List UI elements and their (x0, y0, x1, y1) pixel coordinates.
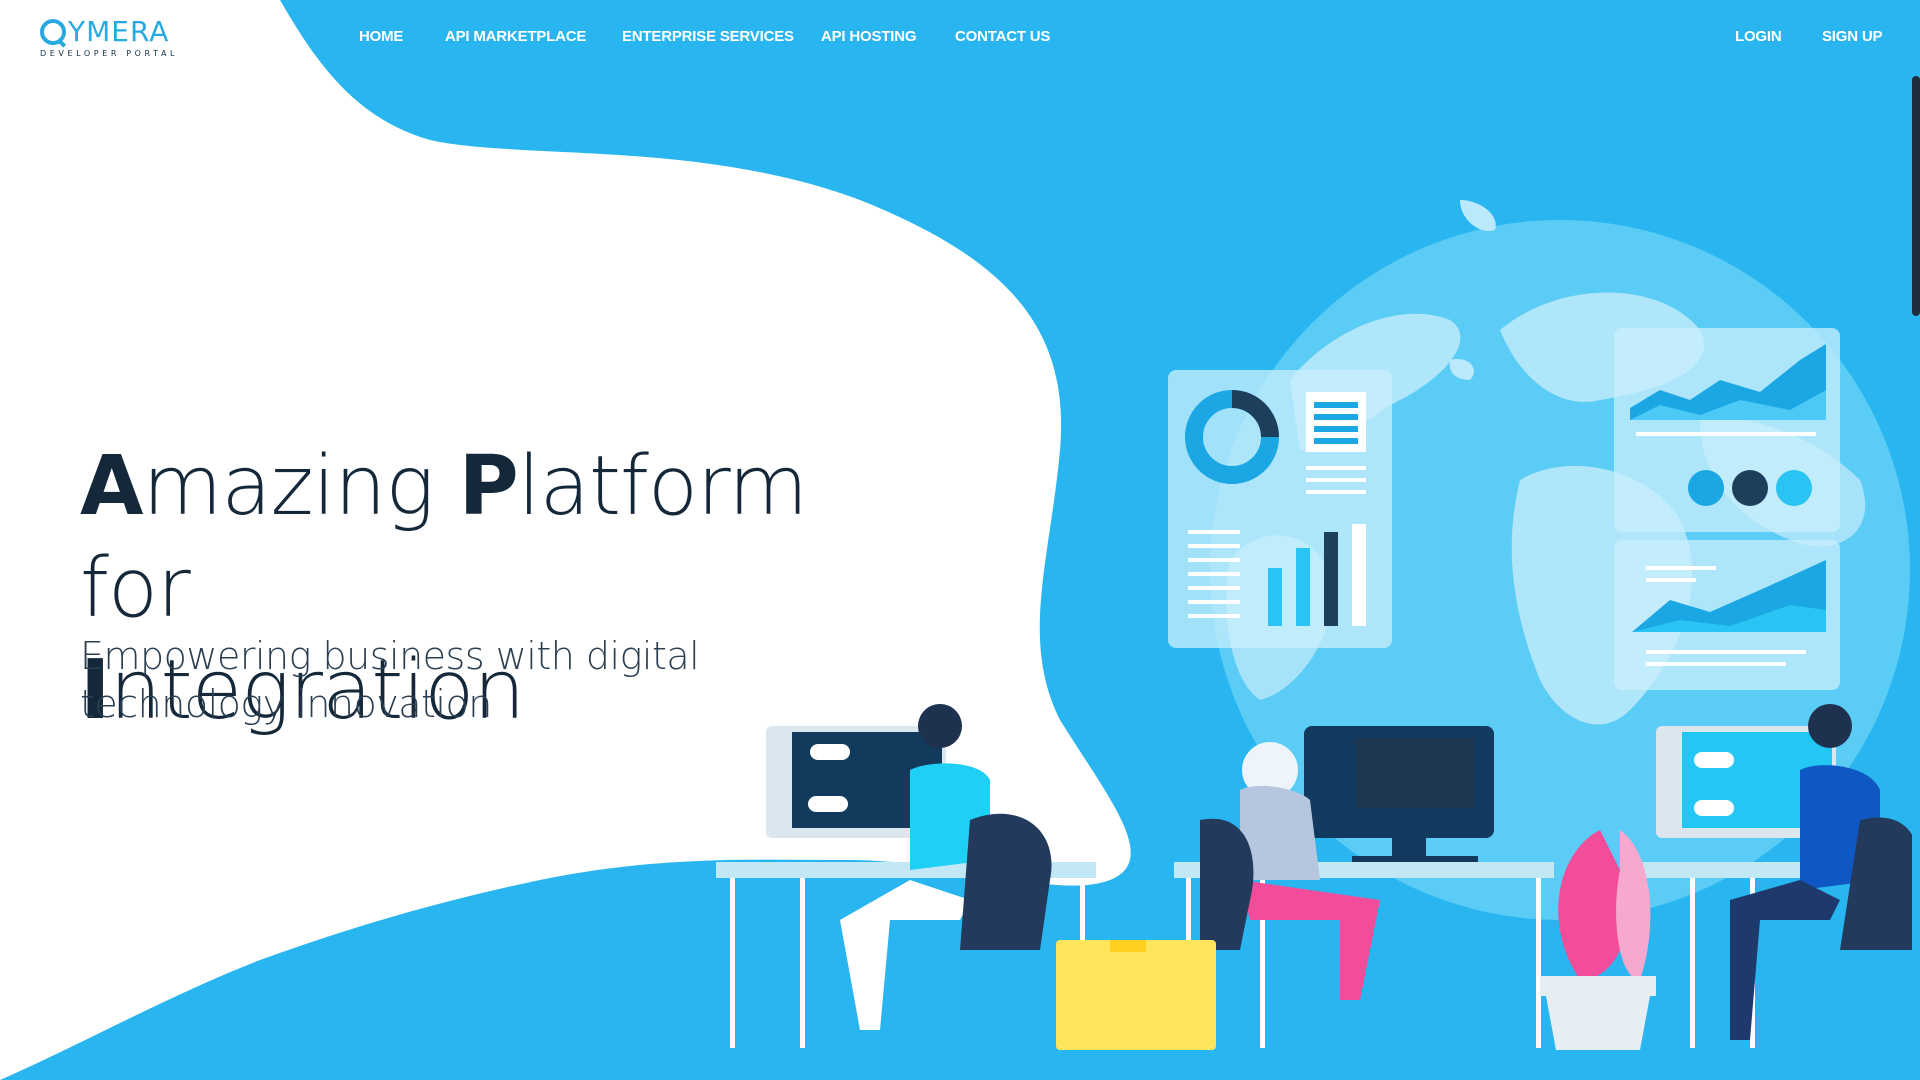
dashboard-panel-left (1168, 370, 1392, 648)
page-scrollbar[interactable] (1912, 0, 1920, 1080)
hero-subtitle: Empowering business with digital technol… (80, 634, 700, 726)
signup-link[interactable]: SIGN UP (1822, 28, 1882, 45)
folder-illustration (1056, 940, 1216, 1050)
nav-enterprise-services[interactable]: ENTERPRISE SERVICES (622, 28, 794, 45)
hero-title-cap-a: A (80, 439, 143, 534)
dashboard-panel-right-top (1614, 328, 1840, 532)
top-navigation: HOME API MARKETPLACE ENTERPRISE SERVICES… (0, 0, 1920, 78)
nav-contact-us[interactable]: CONTACT US (955, 28, 1050, 45)
landing-page: YMERA DEVELOPER PORTAL HOME API MARKETPL… (0, 0, 1920, 1080)
nav-home[interactable]: HOME (359, 28, 403, 45)
hero-title-part-1: mazing (142, 439, 459, 534)
nav-api-marketplace[interactable]: API MARKETPLACE (445, 28, 586, 45)
login-link[interactable]: LOGIN (1735, 28, 1782, 45)
dashboard-panel-right-bottom (1614, 540, 1840, 690)
scrollbar-thumb[interactable] (1912, 76, 1920, 316)
nav-api-hosting[interactable]: API HOSTING (821, 28, 917, 45)
hero-title-cap-p: P (458, 439, 519, 534)
